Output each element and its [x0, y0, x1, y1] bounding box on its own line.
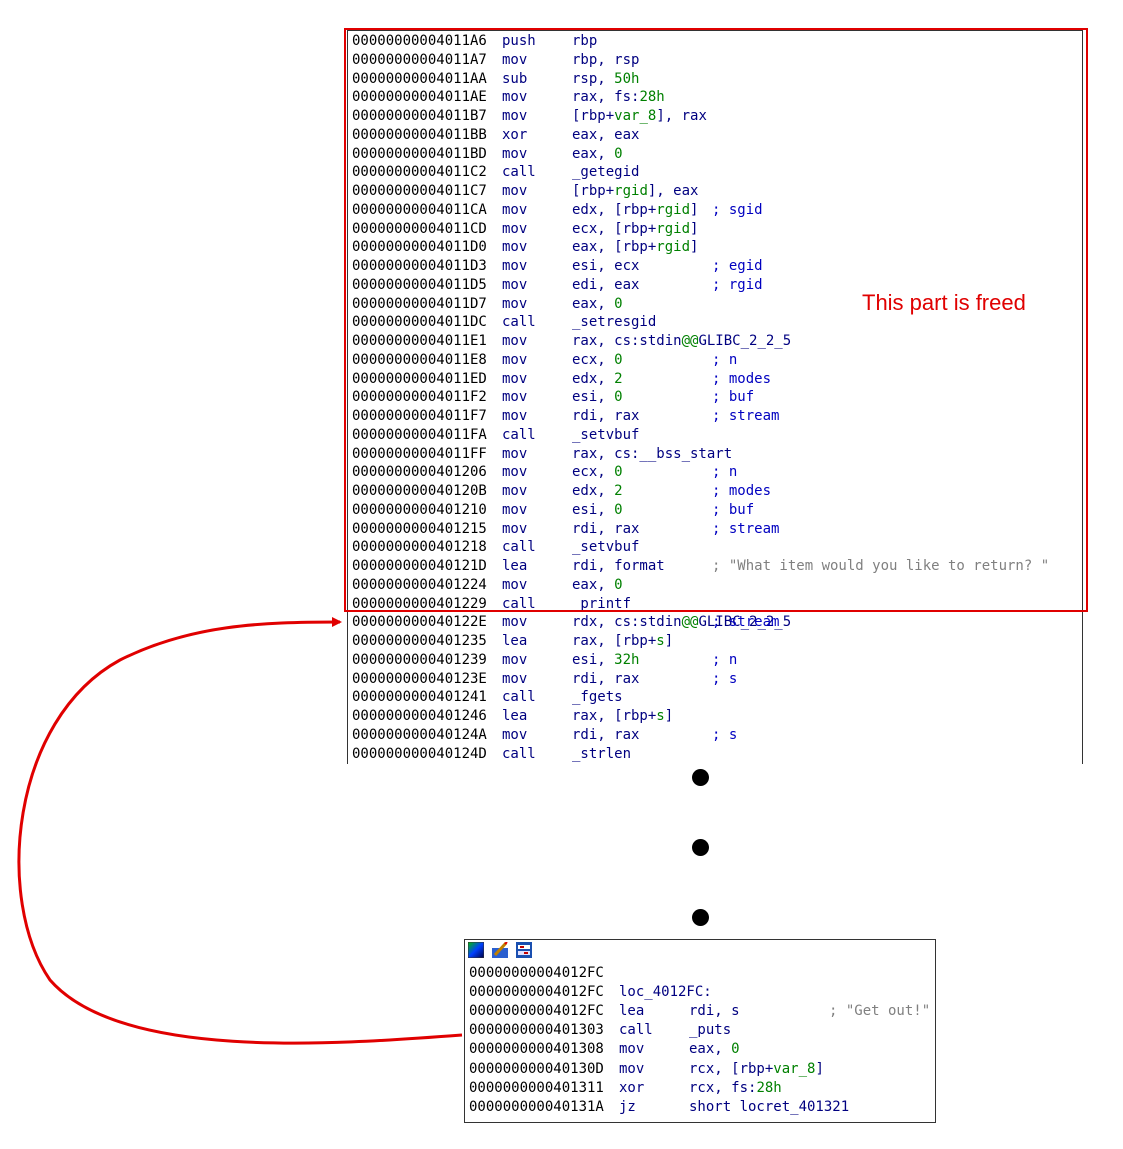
- jump-arrow-path: [17, 617, 463, 1045]
- jump-arrow: [17, 617, 463, 1045]
